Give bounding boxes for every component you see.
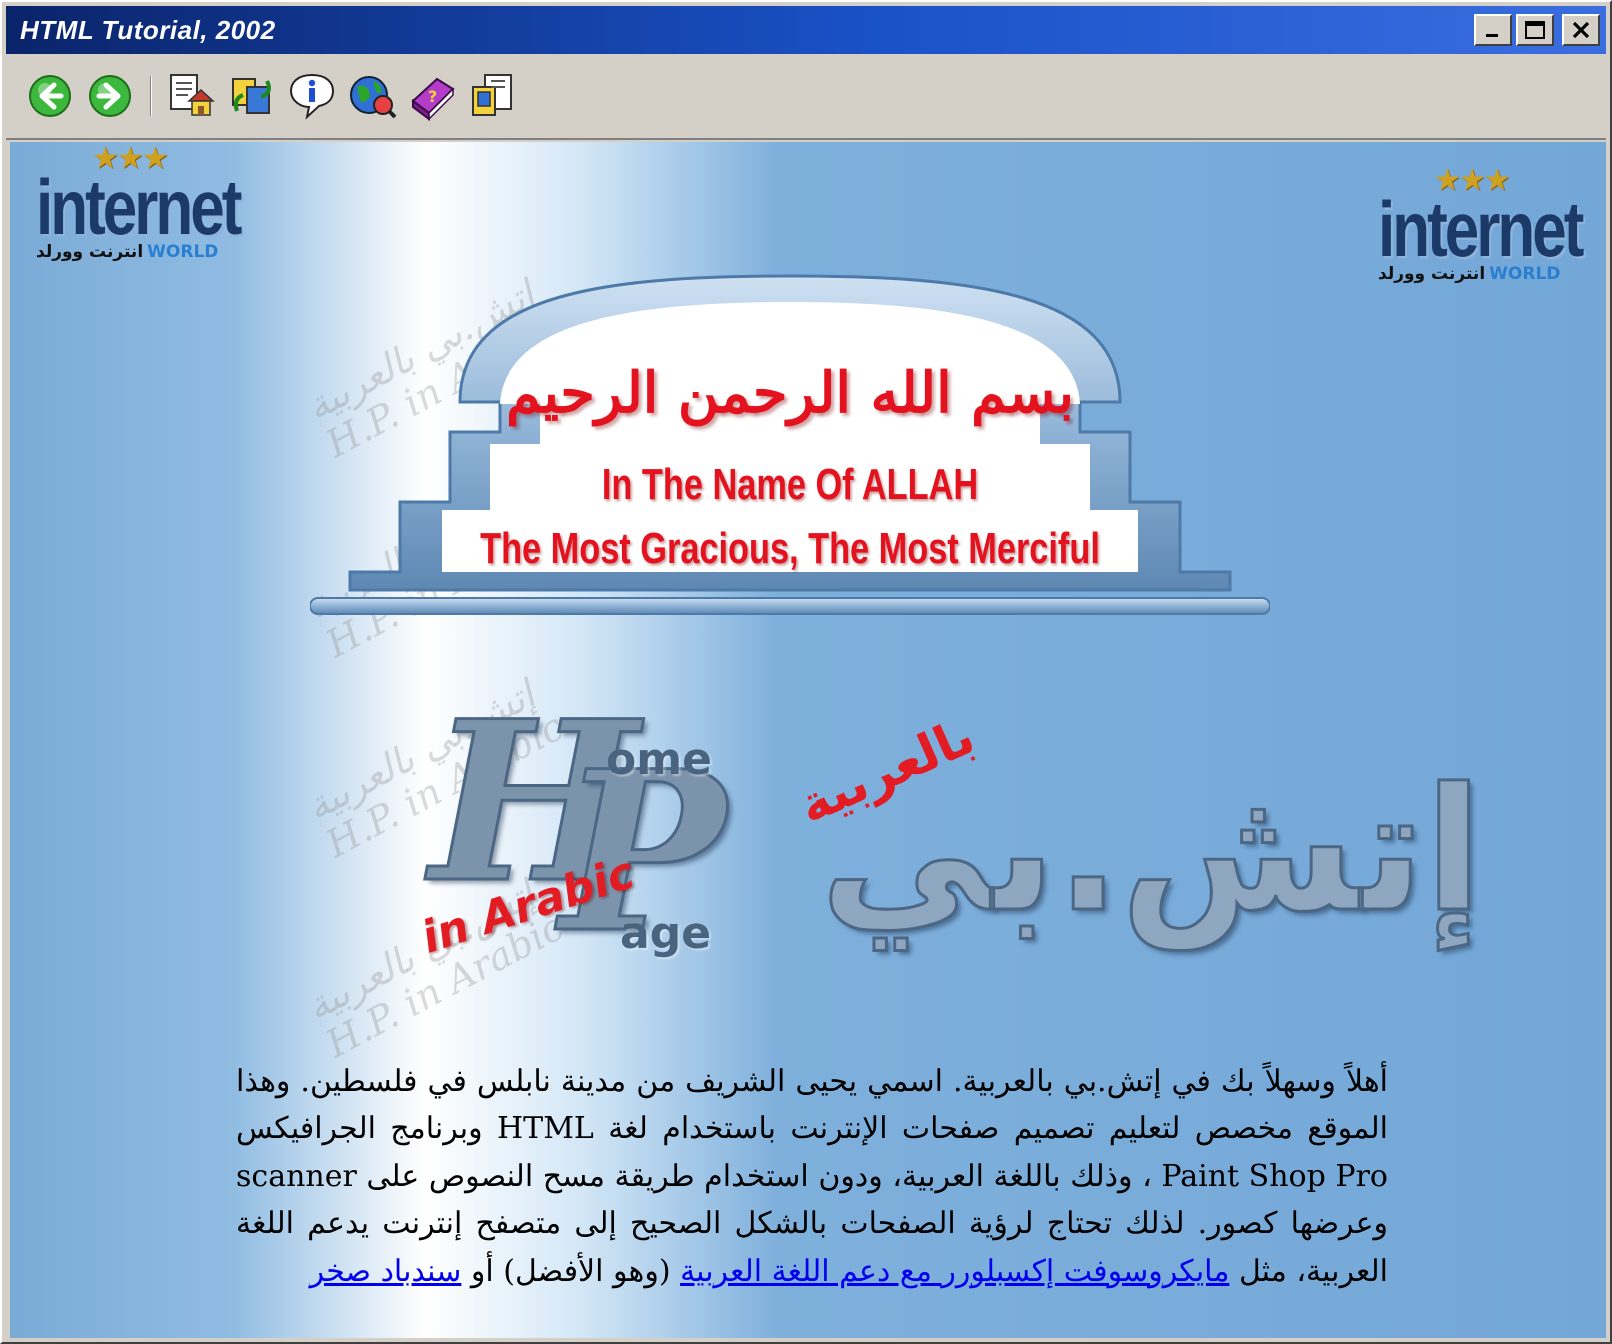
window-controls (1474, 14, 1600, 46)
help-button[interactable]: ? (406, 70, 458, 122)
info-icon (289, 73, 335, 120)
print-icon (472, 74, 512, 116)
banner-line-1: In The Name Of ALLAH (601, 460, 979, 509)
sindbad-sakhr-link[interactable]: سندباد صخر (310, 1254, 462, 1289)
minimize-icon (1486, 34, 1498, 37)
internet-world-logo-right: ★★★ internet انترنت وورلد WORLD (1378, 166, 1584, 284)
window-title: HTML Tutorial, 2002 (20, 14, 276, 45)
help-book-icon: ? (411, 77, 455, 121)
back-button[interactable] (24, 70, 76, 122)
logo-ome: ome (606, 734, 712, 785)
basmala-banner: بسم الله الرحمن الرحيم In The Name Of AL… (310, 272, 1270, 632)
toolbar: ? (6, 54, 1606, 140)
forward-button[interactable] (84, 70, 136, 122)
arrow-right-circle-icon (89, 75, 131, 117)
dome-frame (310, 274, 1270, 615)
ie-arabic-link[interactable]: مايكروسوفت إكسبلورر مع دعم اللغة العربية (680, 1254, 1229, 1289)
page-content: إتش.بي بالعربية H.P. in Arabic إتش.بي با… (10, 142, 1606, 1338)
logo-word: internet (1378, 187, 1584, 274)
internet-world-logo-left: ★★★ internet انترنت وورلد WORLD (36, 144, 242, 262)
maximize-button[interactable] (1516, 14, 1554, 46)
info-button[interactable] (286, 70, 338, 122)
sync-icon (232, 78, 271, 114)
sync-button[interactable] (226, 70, 278, 122)
logo-age: age (620, 908, 712, 959)
close-icon (1572, 21, 1590, 39)
web-button[interactable] (346, 70, 398, 122)
home-button[interactable] (166, 70, 218, 122)
title-bar[interactable]: HTML Tutorial, 2002 (6, 6, 1606, 54)
intro-paragraph: أهلاً وسهلاً بك في إتش.بي بالعربية. اسمي… (236, 1058, 1388, 1295)
hp-in-arabic-logo: H P ome age in Arabic إتش.بي بالعربية (410, 690, 1484, 1012)
logo-word: internet (36, 165, 242, 252)
maximize-icon (1525, 21, 1545, 39)
intro-middle-text: (وهو الأفضل) أو (461, 1253, 681, 1289)
banner-line-2: The Most Gracious, The Most Merciful (480, 524, 1100, 573)
close-button[interactable] (1562, 14, 1600, 46)
basmala-arabic: بسم الله الرحمن الرحيم (506, 360, 1074, 426)
svg-text:?: ? (428, 87, 437, 106)
application-window: HTML Tutorial, 2002 ? إتش.بي بالعربية H.… (0, 0, 1612, 1344)
minimize-button[interactable] (1474, 14, 1512, 46)
globe-icon (350, 76, 397, 119)
toolbar-separator (150, 76, 152, 116)
print-button[interactable] (466, 70, 518, 122)
home-page-icon (170, 74, 215, 116)
arrow-left-circle-icon (29, 75, 71, 117)
